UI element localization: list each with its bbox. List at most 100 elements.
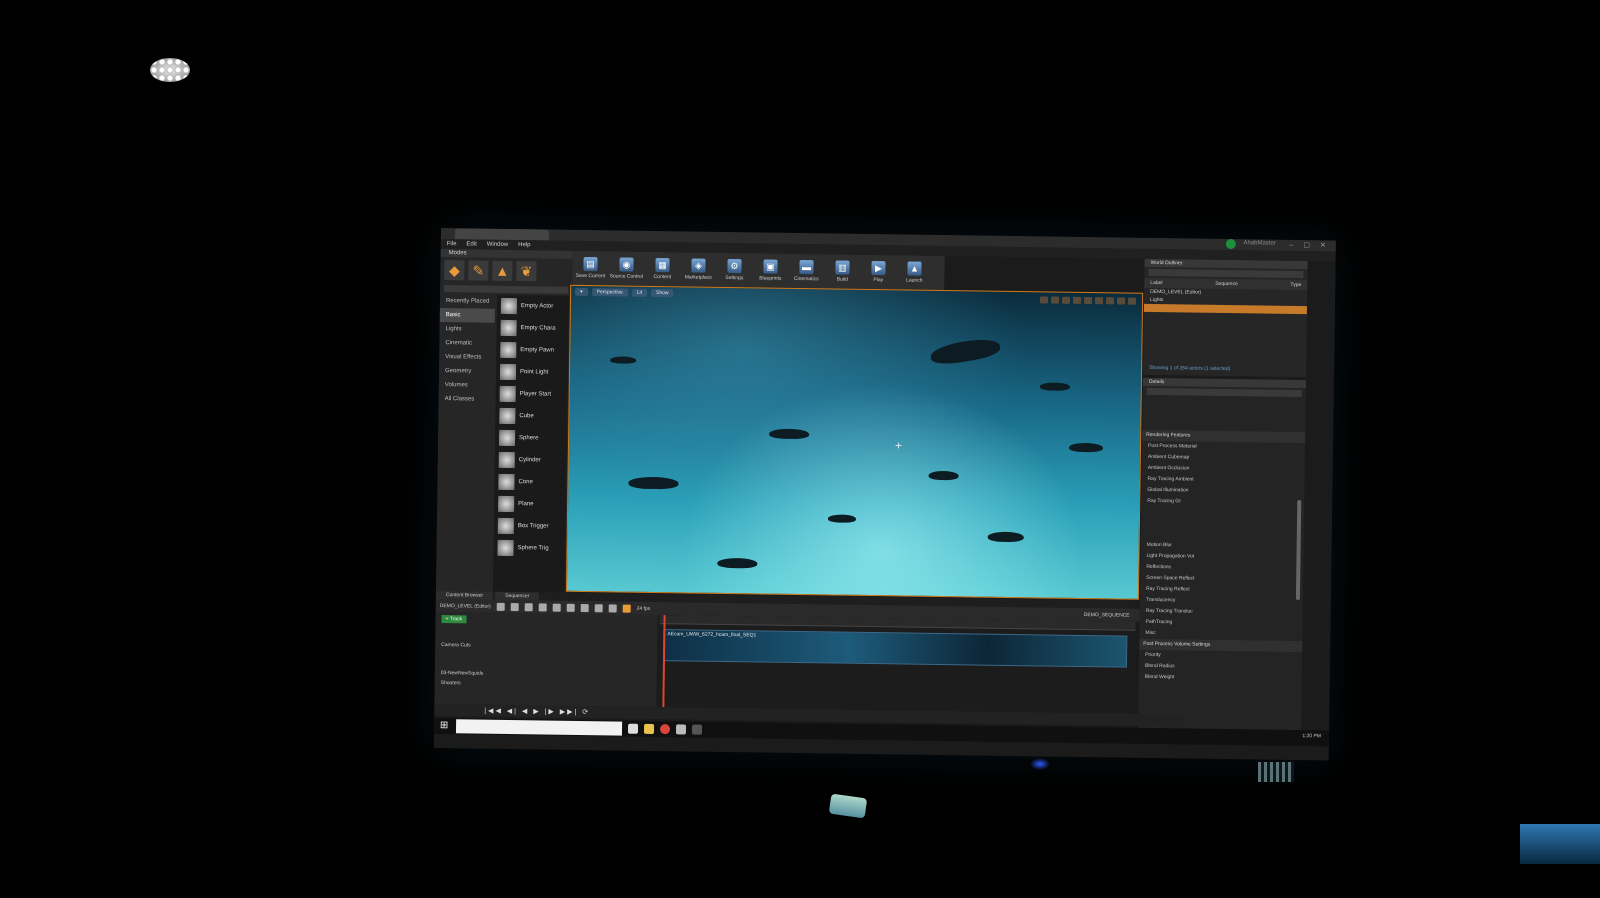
scale-tool-icon[interactable]	[1062, 296, 1071, 304]
col-type[interactable]: Type	[1290, 282, 1301, 288]
playback-icon[interactable]	[594, 603, 603, 612]
file-explorer-icon[interactable]	[643, 723, 655, 735]
plane-icon	[498, 495, 515, 513]
source-control-button[interactable]: ◉ Source Control	[608, 251, 644, 285]
place-item[interactable]: Sphere	[495, 427, 567, 450]
fps-selector[interactable]: 24 fps	[637, 605, 651, 611]
lit-button[interactable]: Lit	[631, 288, 648, 297]
details-panel: Details Rendering Features Post Process …	[1138, 377, 1306, 733]
place-item[interactable]: Sphere Trig	[493, 537, 565, 560]
place-item-label: Cone	[518, 479, 533, 486]
category-volumes[interactable]: Volumes	[439, 378, 494, 393]
rotate-tool-icon[interactable]	[1051, 296, 1060, 304]
save-as-icon[interactable]	[510, 602, 519, 611]
menu-help[interactable]: Help	[518, 242, 530, 248]
level-viewport[interactable]: ▾ Perspective Lit Show +	[565, 284, 1144, 600]
place-mode-icon[interactable]: ◆	[444, 260, 465, 281]
store-icon[interactable]	[675, 724, 687, 735]
menu-window[interactable]: Window	[487, 242, 508, 248]
camera-cut-clip[interactable]: AEcam_UWW_6272_hcam_final_SEQ1	[662, 629, 1128, 668]
place-item[interactable]: Player Start	[496, 383, 568, 406]
blueprints-button[interactable]: ▣ Blueprints	[752, 253, 788, 287]
key-icon[interactable]	[608, 603, 617, 612]
user-avatar-icon[interactable]	[1225, 238, 1236, 250]
level-selector[interactable]: DEMO_LEVEL (Editor)	[440, 603, 491, 610]
save-icon[interactable]	[496, 602, 505, 611]
window-controls[interactable]: – ▢ ✕	[1290, 241, 1330, 250]
world-local-icon[interactable]	[1073, 296, 1082, 304]
show-button[interactable]: Show	[650, 288, 674, 298]
menu-file[interactable]: File	[447, 241, 457, 247]
taskbar-search-input[interactable]	[455, 719, 623, 736]
track-row[interactable]: Camera Cuts	[435, 640, 657, 653]
play-button[interactable]: ▶ Play	[860, 255, 896, 289]
launch-button[interactable]: ▲ Launch	[896, 255, 932, 289]
place-item[interactable]: Box Trigger	[494, 515, 566, 538]
col-sequence[interactable]: Sequence	[1215, 281, 1238, 287]
snap-icon[interactable]	[622, 604, 631, 613]
place-item[interactable]: Plane	[494, 493, 566, 516]
place-item[interactable]: Empty Pawn	[496, 339, 568, 362]
place-item-label: Empty Actor	[520, 303, 554, 310]
unreal-icon[interactable]	[691, 724, 703, 735]
paint-mode-icon[interactable]: ✎	[468, 260, 489, 281]
sequencer-timeline[interactable]: AEcam_UWW_6272_hcam_final_SEQ1	[658, 615, 1136, 714]
details-search-input[interactable]	[1146, 387, 1302, 398]
search-icon[interactable]	[524, 602, 533, 611]
task-view-icon[interactable]	[627, 723, 639, 734]
col-label[interactable]: Label	[1150, 280, 1162, 286]
snap-icon[interactable]	[1084, 296, 1093, 305]
render-icon[interactable]	[552, 603, 561, 612]
category-visual-effects[interactable]: Visual Effects	[439, 350, 494, 365]
place-item[interactable]: Empty Actor	[497, 295, 569, 318]
camera-icon[interactable]	[538, 602, 547, 612]
chrome-icon[interactable]	[659, 724, 671, 735]
outliner-row-selected[interactable]	[1143, 303, 1307, 315]
foliage-mode-icon[interactable]: ❦	[516, 261, 537, 282]
category-lights[interactable]: Lights	[439, 322, 494, 337]
save-current-button[interactable]: ▤ Save Current	[572, 251, 608, 285]
place-item[interactable]: Cone	[494, 471, 566, 494]
viewport-tools	[1040, 296, 1137, 305]
camera-speed-icon[interactable]	[1116, 297, 1126, 305]
world-outliner: World Outliner Label Sequence Type DEMO_…	[1143, 258, 1308, 378]
landscape-mode-icon[interactable]: ▲	[492, 260, 513, 282]
place-item-label: Box Trigger	[517, 523, 549, 530]
category-geometry[interactable]: Geometry	[439, 364, 494, 379]
outliner-search-input[interactable]	[1148, 268, 1304, 279]
marketplace-button[interactable]: ◈ Marketplace	[680, 252, 716, 286]
settings-icon[interactable]	[580, 603, 589, 612]
add-track-button[interactable]: + Track	[441, 615, 467, 624]
settings-button[interactable]: ⚙ Settings	[716, 253, 752, 287]
cylinder-icon	[498, 451, 515, 469]
maximize-icon[interactable]	[1127, 297, 1137, 305]
translate-tool-icon[interactable]	[1040, 296, 1049, 304]
place-item-label: Cube	[519, 413, 534, 420]
category-recently-placed[interactable]: Recently Placed	[440, 294, 495, 309]
content-button[interactable]: ▦ Content	[644, 252, 680, 286]
place-item[interactable]: Point Light	[496, 361, 568, 384]
refresh-icon[interactable]	[566, 603, 575, 612]
category-basic[interactable]: Basic	[439, 307, 495, 323]
angle-snap-icon[interactable]	[1105, 297, 1115, 305]
sphere-icon	[498, 429, 516, 447]
place-item[interactable]: Empty Chara	[496, 317, 568, 340]
category-cinematic[interactable]: Cinematic	[439, 336, 494, 351]
place-item[interactable]: Cube	[495, 405, 567, 428]
modes-search-input[interactable]	[444, 285, 569, 294]
category-all-classes[interactable]: All Classes	[439, 392, 494, 407]
track-row[interactable]: Shooters	[435, 678, 657, 691]
grid-snap-icon[interactable]	[1095, 297, 1104, 305]
windows-start-icon[interactable]: ⊞	[438, 720, 450, 732]
box-trigger-icon	[497, 517, 514, 535]
details-row[interactable]: Blend Weight	[1139, 672, 1302, 685]
manta-ray	[928, 470, 959, 481]
viewport-menu-button[interactable]: ▾	[575, 287, 588, 297]
place-item-label: Sphere Trig	[517, 545, 549, 552]
perspective-button[interactable]: Perspective	[591, 288, 628, 297]
build-button[interactable]: ▥ Build	[824, 254, 860, 288]
menu-edit[interactable]: Edit	[466, 241, 476, 247]
cinematics-button[interactable]: ▬ Cinematics	[788, 254, 824, 288]
place-item[interactable]: Cylinder	[495, 449, 567, 472]
manta-ray	[769, 428, 810, 440]
